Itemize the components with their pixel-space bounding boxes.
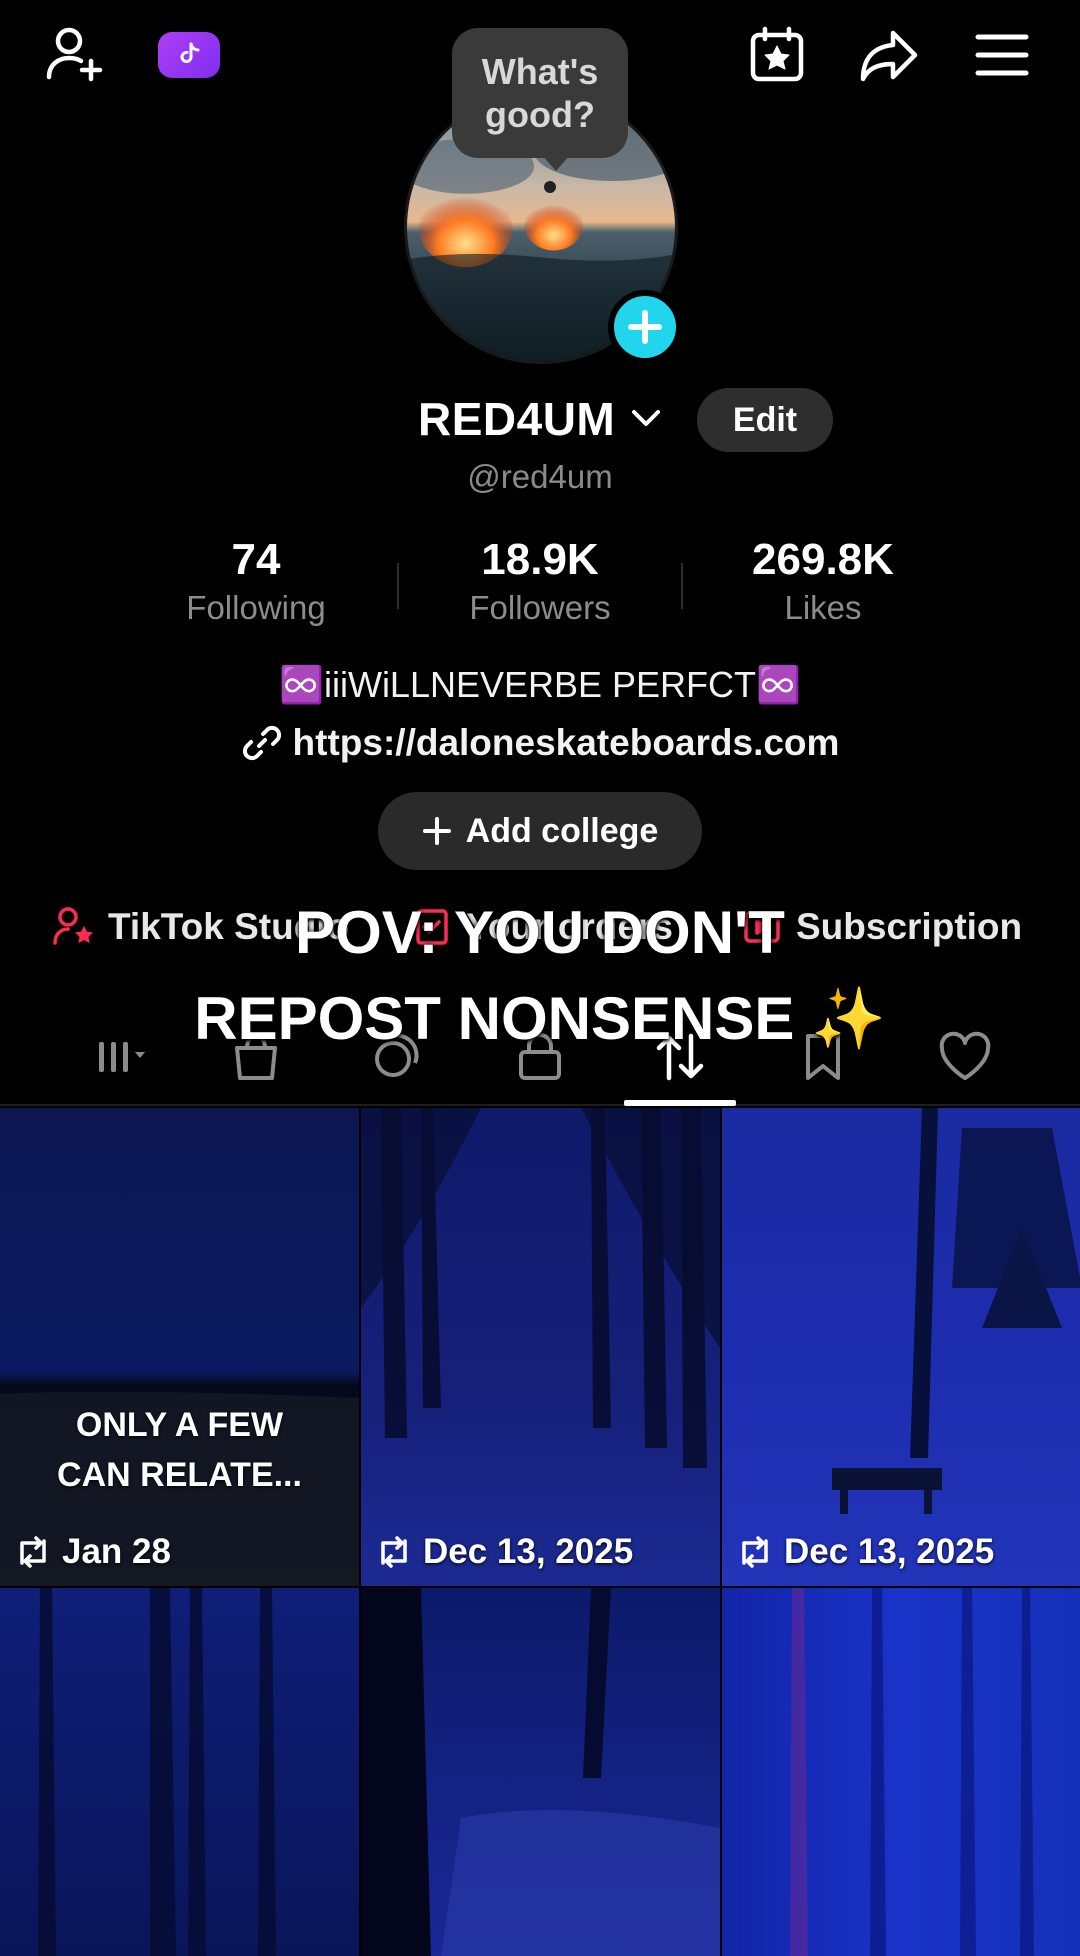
grid-item[interactable]: ONLY A FEW CAN RELATE... Jan 28 — [0, 1108, 359, 1586]
add-avatar-button[interactable] — [608, 290, 682, 364]
caption-line: ONLY A FEW — [75, 1406, 284, 1444]
repost-icon — [381, 1536, 407, 1568]
stat-value: 18.9K — [481, 535, 599, 584]
thumbnail-image — [0, 1588, 359, 1956]
grid-item[interactable] — [0, 1588, 359, 1956]
edit-profile-button[interactable]: Edit — [697, 388, 833, 452]
grid-item[interactable]: Dec 13, 2025 — [722, 1108, 1080, 1586]
bubble-dot — [544, 181, 556, 193]
repost-icon — [20, 1536, 46, 1568]
bio-text: ♾️iiiWiLLNEVERBE PERFCT♾️ — [279, 664, 801, 705]
overlay-caption: POV: YOU DON'T REPOST NONSENSE ✨ — [0, 890, 1080, 1062]
tiktok-studio-badge-icon[interactable] — [158, 32, 220, 78]
repost-date: Dec 13, 2025 — [375, 1532, 633, 1572]
grid-item[interactable] — [722, 1588, 1080, 1956]
add-friend-icon[interactable] — [40, 20, 110, 90]
overlay-caption-line2: REPOST NONSENSE ✨ — [194, 985, 886, 1052]
stat-label: Likes — [784, 589, 862, 626]
thumbnail-image — [0, 1108, 359, 1586]
display-name[interactable]: RED4UM — [418, 392, 615, 446]
add-college-button[interactable]: Add college — [378, 792, 702, 870]
active-tab-indicator — [624, 1100, 736, 1106]
stat-value: 74 — [231, 535, 281, 584]
plus-icon — [422, 817, 451, 845]
stat-following[interactable]: 74 Following — [136, 535, 376, 627]
caption-line: CAN RELATE... — [57, 1456, 302, 1494]
stat-followers[interactable]: 18.9K Followers — [420, 535, 660, 627]
status-bubble[interactable]: What's good? — [452, 28, 628, 158]
stat-value: 269.8K — [752, 535, 894, 584]
repost-date-text: Jan 28 — [62, 1532, 171, 1571]
repost-date: Dec 13, 2025 — [736, 1532, 994, 1572]
repost-date-text: Dec 13, 2025 — [423, 1532, 634, 1571]
repost-grid: ONLY A FEW CAN RELATE... Jan 28 Dec 13, … — [0, 1108, 1080, 1956]
stat-divider — [681, 563, 683, 609]
repost-date-text: Dec 13, 2025 — [784, 1532, 995, 1571]
share-icon[interactable] — [854, 20, 924, 90]
name-row: RED4UM Edit — [0, 388, 1080, 452]
thumbnail-image — [361, 1588, 720, 1956]
bio-link[interactable]: https://daloneskateboards.com — [0, 722, 1080, 764]
profile-stats: 74 Following 18.9K Followers 269.8K Like… — [0, 535, 1080, 635]
chevron-down-icon[interactable] — [628, 400, 664, 436]
repost-icon — [742, 1536, 768, 1568]
stat-label: Following — [186, 589, 326, 626]
repost-date: Jan 28 — [14, 1532, 171, 1572]
link-icon — [242, 725, 281, 761]
thumbnail-image — [361, 1108, 720, 1586]
link-text[interactable]: https://daloneskateboards.com — [293, 722, 840, 764]
menu-icon[interactable] — [967, 20, 1037, 90]
thumbnail-image — [722, 1108, 1080, 1586]
grid-item[interactable]: Dec 13, 2025 — [361, 1108, 720, 1586]
thumbnail-caption: ONLY A FEW CAN RELATE... — [0, 1400, 359, 1500]
stat-divider — [397, 563, 399, 609]
stat-likes[interactable]: 269.8K Likes — [703, 535, 943, 627]
bubble-tail — [542, 155, 570, 171]
calendar-star-icon[interactable] — [742, 20, 812, 90]
grid-item[interactable] — [361, 1588, 720, 1956]
stat-label: Followers — [469, 589, 611, 626]
thumbnail-image — [722, 1588, 1080, 1956]
username: @red4um — [467, 458, 613, 495]
overlay-caption-line1: POV: YOU DON'T — [295, 899, 785, 966]
add-college-label: Add college — [465, 811, 659, 850]
